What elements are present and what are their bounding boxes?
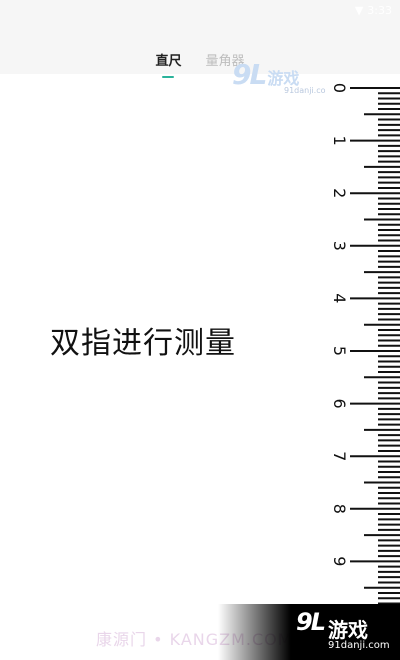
watermark-bottom-site: 91danji.com bbox=[328, 640, 390, 651]
ruler-app-screen: ▼ 3:33 直尺 量角器 9L 游戏 91danji.com 双指进行测量 01… bbox=[0, 0, 400, 660]
ruler[interactable]: 0 1 2 3 4 5 6 7 8 9 bbox=[326, 74, 400, 660]
ruler-label-3: 3 bbox=[330, 241, 349, 251]
measure-instruction: 双指进行测量 bbox=[50, 326, 236, 361]
ruler-label-8: 8 bbox=[330, 504, 349, 514]
watermark-bottom: 9L 游戏 91danji.com bbox=[218, 604, 400, 660]
ruler-label-2: 2 bbox=[330, 188, 349, 198]
ruler-label-1: 1 bbox=[330, 136, 349, 146]
status-time: 3:33 bbox=[367, 4, 392, 17]
ruler-label-9: 9 bbox=[330, 556, 349, 566]
ruler-label-5: 5 bbox=[330, 346, 349, 356]
watermark-top: 9L 游戏 91danji.com bbox=[232, 58, 333, 98]
ruler-label-7: 7 bbox=[330, 451, 349, 461]
tab-ruler[interactable]: 直尺 bbox=[155, 50, 182, 78]
ruler-label-6: 6 bbox=[330, 399, 349, 409]
ruler-label-4: 4 bbox=[330, 293, 349, 303]
active-tab-indicator bbox=[162, 76, 175, 78]
status-bar: ▼ 3:33 bbox=[355, 4, 392, 17]
tab-ruler-label: 直尺 bbox=[155, 54, 182, 69]
watermark-bottom-cn: 游戏 bbox=[328, 618, 368, 642]
watermark-logo: 9L bbox=[232, 58, 267, 91]
top-bar: ▼ 3:33 直尺 量角器 bbox=[0, 0, 400, 78]
watermark-bottom-logo: 9L bbox=[296, 608, 326, 636]
ruler-label-0: 0 bbox=[330, 83, 349, 93]
mode-tabs: 直尺 量角器 bbox=[0, 50, 400, 78]
wifi-icon: ▼ bbox=[354, 4, 364, 17]
ruler-scale: 0 1 2 3 4 5 6 7 8 9 bbox=[330, 83, 400, 626]
